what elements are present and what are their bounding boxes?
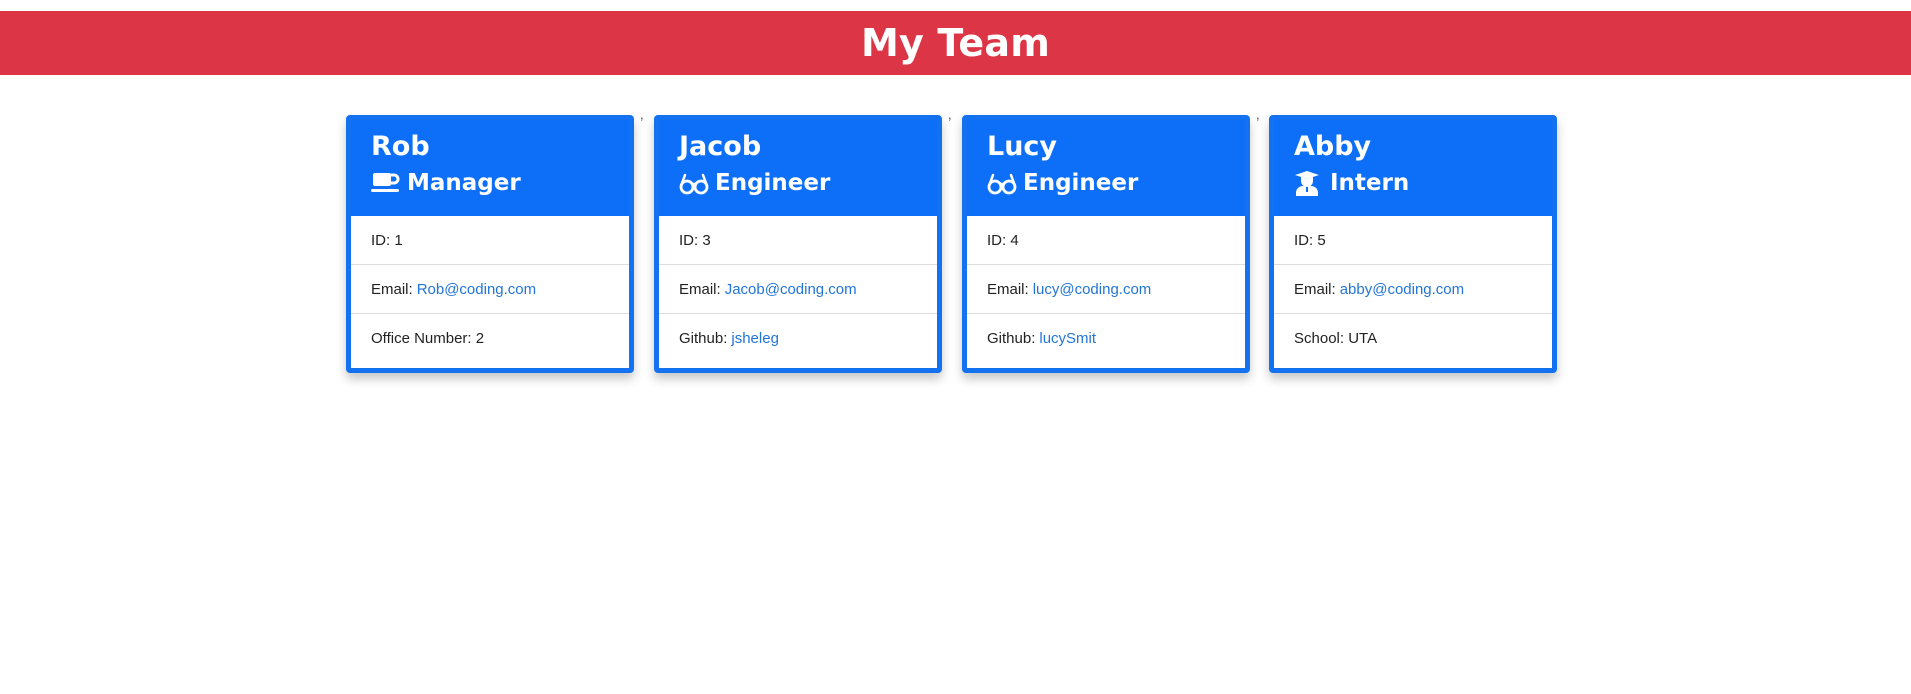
email-label: Email:	[679, 280, 721, 298]
employee-role: Engineer	[679, 168, 937, 198]
detail-email: Email: abby@coding.com	[1274, 265, 1552, 314]
separator-comma: ,	[948, 107, 952, 122]
office-number-label: Office Number:	[371, 330, 472, 347]
card-header: Abby Intern	[1274, 120, 1552, 216]
detail-github: Github: lucySmit	[967, 314, 1245, 363]
page-title: My Team	[860, 21, 1051, 65]
id-value: 5	[1317, 231, 1326, 249]
github-label: Github:	[679, 330, 728, 347]
detail-id: ID: 1	[351, 216, 629, 265]
detail-id: ID: 5	[1274, 216, 1552, 265]
role-label: Engineer	[715, 170, 831, 196]
card-header: Rob Manager	[351, 120, 629, 216]
email-link[interactable]: Rob@coding.com	[417, 281, 536, 298]
role-label: Manager	[407, 170, 521, 196]
glasses-icon	[679, 170, 711, 196]
detail-email: Email: lucy@coding.com	[967, 265, 1245, 314]
github-link[interactable]: lucySmit	[1039, 330, 1096, 347]
detail-office-number: Office Number: 2	[351, 314, 629, 363]
role-label: Intern	[1330, 170, 1410, 196]
separator-comma: ,	[640, 107, 644, 122]
id-label: ID:	[1294, 231, 1314, 249]
employee-card-engineer: Jacob Engineer ID: 3 Email: Jacob@coding…	[654, 115, 942, 373]
employee-role: Engineer	[987, 168, 1245, 198]
employee-name: Rob	[371, 131, 430, 162]
id-value: 4	[1010, 231, 1019, 249]
employee-details: ID: 3 Email: Jacob@coding.com Github: js…	[659, 216, 937, 363]
employee-details: ID: 4 Email: lucy@coding.com Github: luc…	[967, 216, 1245, 363]
page-header: My Team	[0, 11, 1911, 75]
employee-card-manager: Rob Manager ID: 1 Email: Rob@coding.com	[346, 115, 634, 373]
separator-comma: ,	[1256, 107, 1260, 122]
employee-card-intern: Abby Intern ID: 5 Email: abby@coding.com…	[1269, 115, 1557, 373]
employee-card-engineer: Lucy Engineer ID: 4 Email: lucy@coding.c…	[962, 115, 1250, 373]
id-label: ID:	[987, 231, 1007, 249]
employee-role: Intern	[1294, 168, 1552, 198]
id-label: ID:	[371, 231, 391, 249]
employee-role: Manager	[371, 168, 629, 198]
email-label: Email:	[371, 280, 413, 298]
graduate-icon	[1294, 170, 1326, 196]
employee-name: Jacob	[679, 131, 762, 162]
school-value: UTA	[1348, 330, 1378, 347]
office-number-value: 2	[475, 330, 485, 347]
employee-details: ID: 5 Email: abby@coding.com School: UTA	[1274, 216, 1552, 363]
glasses-icon	[987, 170, 1019, 196]
id-value: 3	[702, 231, 711, 249]
school-label: School:	[1294, 330, 1345, 347]
email-label: Email:	[987, 280, 1029, 298]
role-label: Engineer	[1023, 170, 1139, 196]
top-strip	[0, 0, 1911, 11]
team-cards-row: Rob Manager ID: 1 Email: Rob@coding.com	[0, 75, 1911, 694]
card-header: Jacob Engineer	[659, 120, 937, 216]
detail-school: School: UTA	[1274, 314, 1552, 363]
github-link[interactable]: jsheleg	[731, 330, 779, 347]
detail-email: Email: Rob@coding.com	[351, 265, 629, 314]
email-label: Email:	[1294, 280, 1336, 298]
email-link[interactable]: Jacob@coding.com	[725, 281, 857, 298]
employee-name: Abby	[1294, 131, 1372, 162]
detail-github: Github: jsheleg	[659, 314, 937, 363]
id-value: 1	[394, 231, 403, 249]
employee-details: ID: 1 Email: Rob@coding.com Office Numbe…	[351, 216, 629, 363]
detail-id: ID: 4	[967, 216, 1245, 265]
coffee-mug-icon	[371, 170, 403, 196]
id-label: ID:	[679, 231, 699, 249]
github-label: Github:	[987, 330, 1036, 347]
card-header: Lucy Engineer	[967, 120, 1245, 216]
email-link[interactable]: lucy@coding.com	[1033, 281, 1152, 298]
employee-name: Lucy	[987, 131, 1058, 162]
detail-id: ID: 3	[659, 216, 937, 265]
detail-email: Email: Jacob@coding.com	[659, 265, 937, 314]
email-link[interactable]: abby@coding.com	[1340, 281, 1464, 298]
